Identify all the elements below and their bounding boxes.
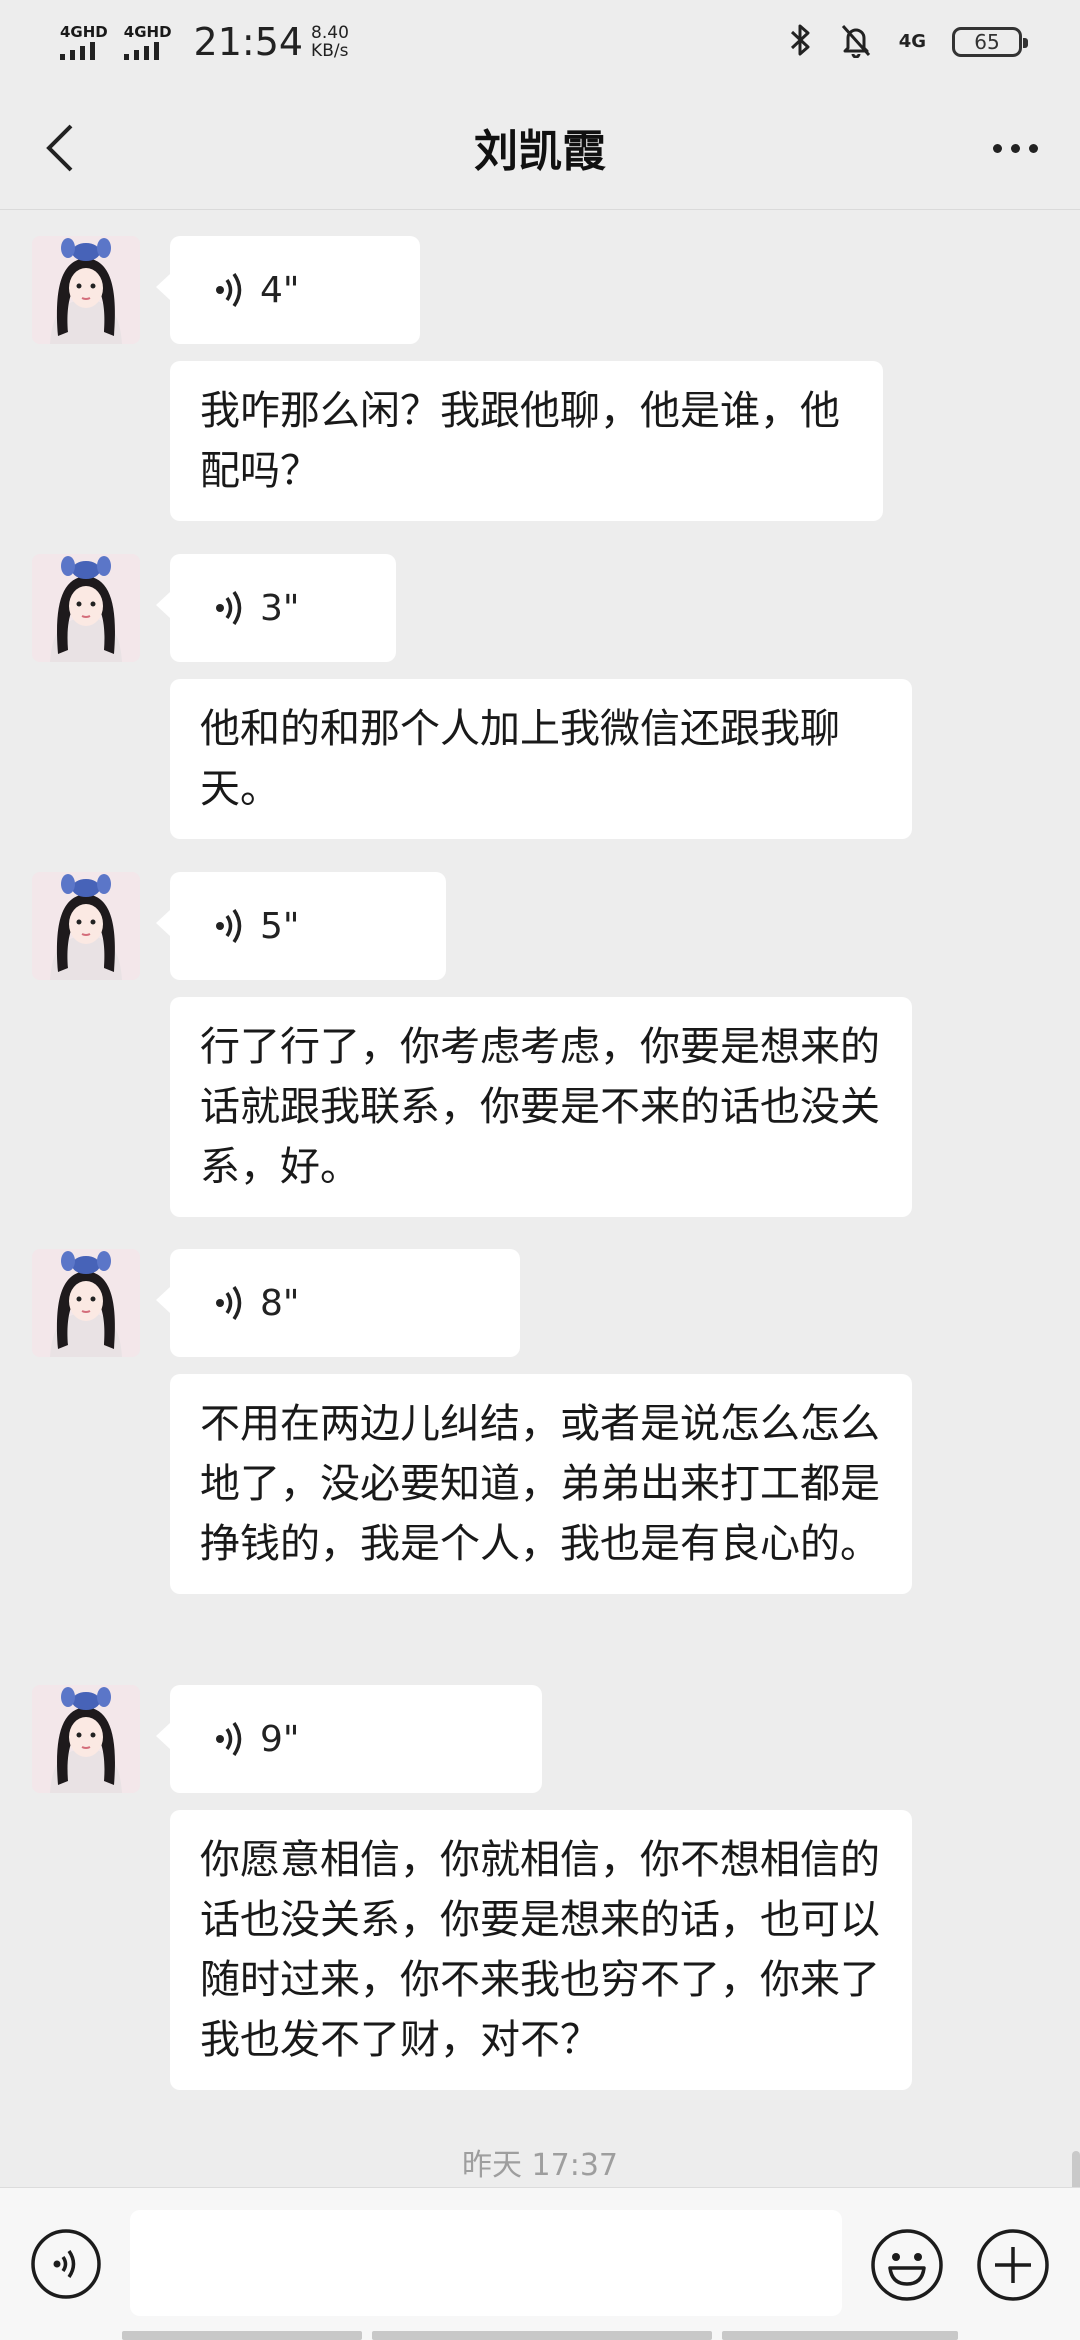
more-actions-button[interactable] [976, 2228, 1050, 2302]
signal-indicator-2: 4GHD [123, 23, 172, 60]
signal-bars-icon [60, 42, 95, 60]
battery-icon: 65 [952, 27, 1028, 57]
voice-duration: 4" [260, 269, 300, 311]
signal-label-2: 4GHD [123, 23, 172, 41]
voice-message[interactable]: 9" [156, 1685, 542, 1793]
gesture-bar [122, 2331, 362, 2340]
message-timestamp: 昨天 17:37 [462, 2148, 618, 2183]
voice-wave-icon [216, 273, 242, 307]
voice-duration: 3" [260, 587, 300, 629]
back-button[interactable] [30, 118, 90, 178]
input-bar [0, 2187, 1080, 2340]
voice-duration: 5" [260, 905, 300, 947]
emoji-button[interactable] [870, 2228, 944, 2302]
bell-muted-icon [839, 22, 873, 62]
voice-message[interactable]: 3" [156, 554, 396, 662]
network-speed-value: 8.40 [311, 23, 349, 43]
transcript-bubble[interactable]: 行了行了，你考虑考虑，你要是想来的话就跟我联系，你要是不来的话也没关系，好。 [170, 997, 912, 1217]
voice-duration: 9" [260, 1718, 300, 1760]
gesture-bar [372, 2331, 712, 2340]
battery-level: 65 [974, 30, 1000, 54]
message-input[interactable] [130, 2210, 842, 2316]
transcript-text: 我咋那么闲？我跟他聊，他是谁，他配吗？ [200, 388, 840, 494]
bluetooth-icon [789, 22, 813, 62]
signal-indicator-1: 4GHD [60, 24, 108, 60]
avatar[interactable] [32, 1249, 140, 1357]
voice-wave-icon [216, 1286, 242, 1320]
voice-input-button[interactable] [30, 2228, 102, 2300]
voice-message[interactable]: 8" [156, 1249, 520, 1357]
avatar[interactable] [32, 554, 140, 662]
back-arrow-icon [46, 124, 73, 172]
network-type: 4G [898, 31, 926, 52]
plus-icon [977, 2229, 1049, 2301]
transcript-bubble[interactable]: 我咋那么闲？我跟他聊，他是谁，他配吗？ [170, 361, 883, 521]
status-bar: 4GHD 4GHD 21:54 8.40 KB/s 4G 65 [0, 0, 1080, 84]
avatar[interactable] [32, 236, 140, 344]
page-title: 刘凯霞 [474, 125, 606, 177]
status-time: 21:54 [193, 20, 304, 64]
transcript-bubble[interactable]: 你愿意相信，你就相信，你不想相信的话也没关系，你要是想来的话，也可以随时过来，你… [170, 1810, 912, 2090]
network-speed-unit: KB/s [311, 41, 349, 61]
more-button[interactable] [980, 118, 1050, 178]
chat-screen: 4GHD 4GHD 21:54 8.40 KB/s 4G 65 刘凯霞 4" 我… [0, 0, 1080, 2340]
transcript-text: 不用在两边儿纠结，或者是说怎么怎么地了，没必要知道，弟弟出来打工都是挣钱的，我是… [200, 1401, 880, 1567]
signal-bars-icon [123, 42, 159, 60]
voice-duration: 8" [260, 1282, 300, 1324]
voice-wave-icon [216, 591, 242, 625]
voice-wave-icon [216, 909, 242, 943]
transcript-text: 行了行了，你考虑考虑，你要是想来的话就跟我联系，你要是不来的话也没关系，好。 [200, 1024, 880, 1190]
transcript-text: 他和的和那个人加上我微信还跟我聊天。 [200, 706, 840, 812]
network-speed: 8.40 KB/s [311, 24, 349, 60]
avatar[interactable] [32, 872, 140, 980]
chat-header: 刘凯霞 [0, 84, 1080, 210]
avatar[interactable] [32, 1685, 140, 1793]
voice-message[interactable]: 5" [156, 872, 446, 980]
transcript-bubble[interactable]: 他和的和那个人加上我微信还跟我聊天。 [170, 679, 912, 839]
transcript-bubble[interactable]: 不用在两边儿纠结，或者是说怎么怎么地了，没必要知道，弟弟出来打工都是挣钱的，我是… [170, 1374, 912, 1594]
emoji-icon [871, 2229, 943, 2301]
signal-label-1: 4GHD [60, 23, 108, 41]
voice-message[interactable]: 4" [156, 236, 420, 344]
transcript-text: 你愿意相信，你就相信，你不想相信的话也没关系，你要是想来的话，也可以随时过来，你… [200, 1837, 880, 2063]
status-right-group: 4G 65 [789, 22, 1028, 62]
message-list[interactable]: 4" 我咋那么闲？我跟他聊，他是谁，他配吗？ 3" 他和的和那个人加上我微信还跟… [0, 211, 1080, 2287]
more-dots-icon [992, 143, 1002, 153]
voice-input-icon [31, 2229, 101, 2299]
gesture-bar [722, 2331, 958, 2340]
voice-wave-icon [216, 1722, 242, 1756]
